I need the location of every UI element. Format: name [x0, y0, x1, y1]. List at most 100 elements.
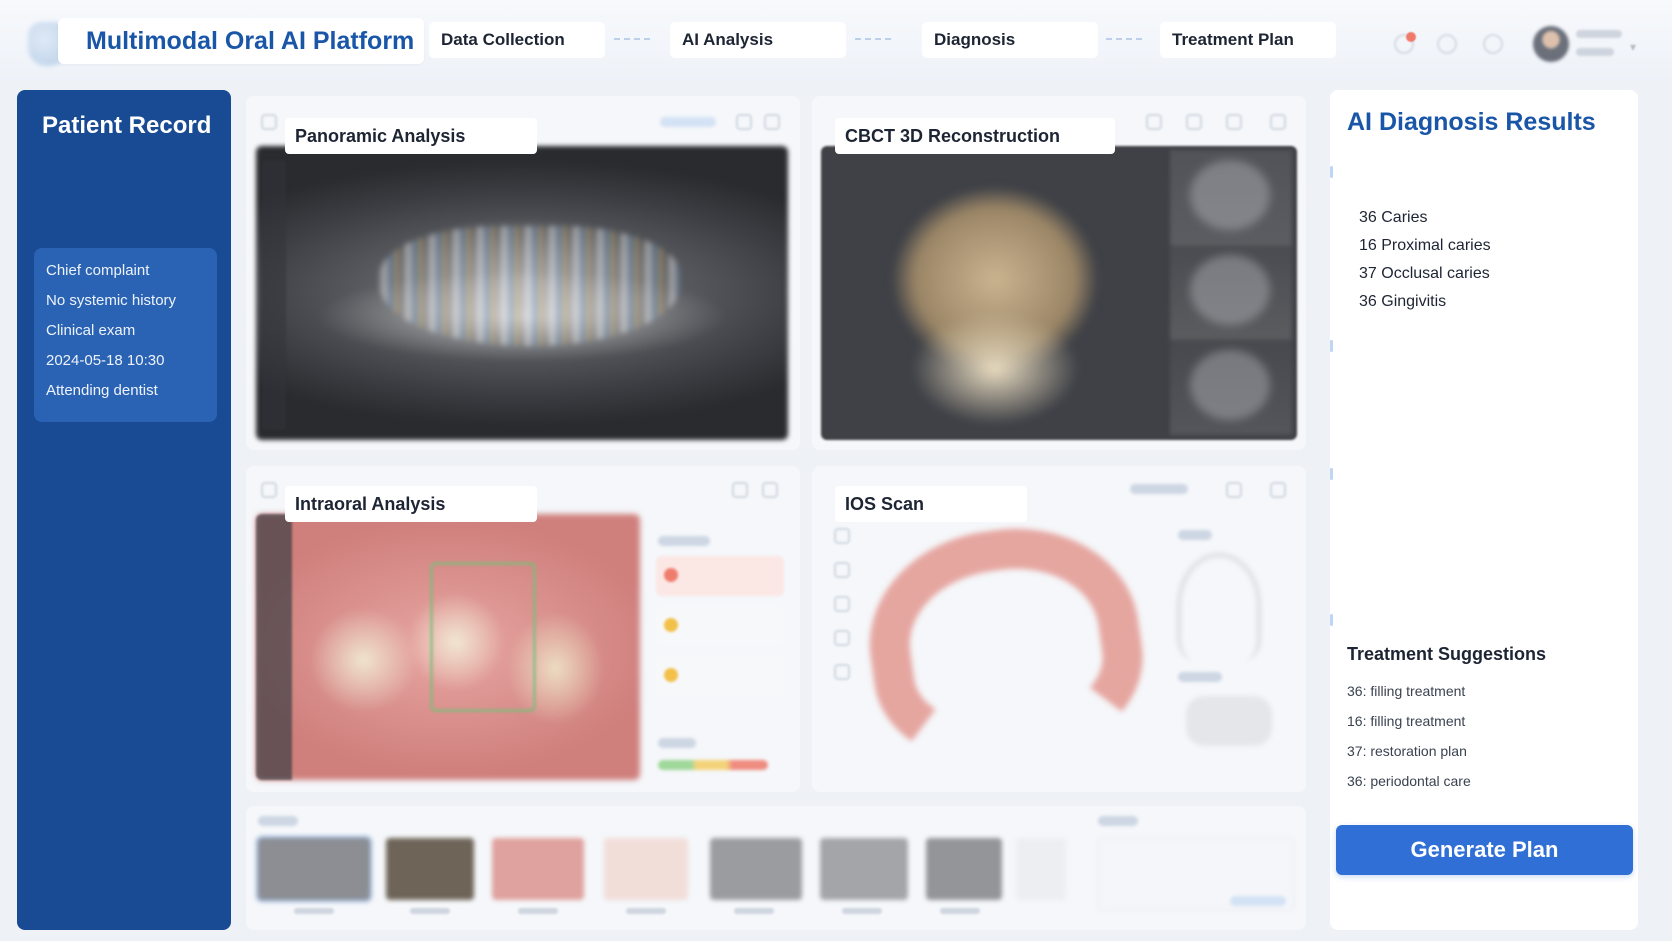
thumbnail-caption	[734, 908, 774, 914]
panel-icon	[261, 482, 277, 498]
more-icon[interactable]	[764, 114, 780, 130]
top-bar: Multimodal Oral AI Platform Data Collect…	[0, 0, 1672, 82]
add-image-button[interactable]	[1016, 838, 1066, 900]
record-item[interactable]: 2024-05-18 10:30	[46, 350, 217, 380]
panel-action-chip[interactable]	[660, 117, 716, 127]
lesion-detection-box	[430, 562, 536, 712]
cbct-3d-render	[845, 158, 1145, 428]
thumbnail-xray[interactable]	[926, 838, 1002, 900]
panel-edge-marker	[1330, 468, 1333, 480]
record-item[interactable]: Attending dentist	[46, 380, 217, 410]
diagnosis-item[interactable]: 16 Proximal caries	[1359, 236, 1491, 264]
reset-tool-icon[interactable]	[834, 664, 850, 680]
panel-action-chip[interactable]	[1130, 484, 1188, 494]
panel-icon	[261, 114, 277, 130]
select-tool-icon[interactable]	[834, 528, 850, 544]
thumbnail-intraoral[interactable]	[492, 838, 584, 900]
fullscreen-icon[interactable]	[1226, 114, 1242, 130]
diagnosis-item[interactable]: 37 Occlusal caries	[1359, 264, 1491, 292]
view-label-blurred	[1178, 672, 1222, 682]
finding-row[interactable]	[656, 656, 784, 696]
image-tool-strip[interactable]	[262, 160, 286, 430]
intraoral-title: Intraoral Analysis	[285, 486, 537, 522]
step-ai-analysis[interactable]: AI Analysis	[670, 22, 846, 58]
more-icon[interactable]	[762, 482, 778, 498]
thumbnail-caption	[294, 908, 334, 914]
thumbnail-caption	[518, 908, 558, 914]
thumbnail-xray[interactable]	[710, 838, 802, 900]
step-treatment-plan[interactable]: Treatment Plan	[1160, 22, 1336, 58]
notes-heading-blurred	[1098, 816, 1138, 826]
tooth-segmentation-overlay	[380, 226, 680, 346]
thumbnail-caption	[410, 908, 450, 914]
finding-row[interactable]	[656, 606, 784, 646]
settings-icon[interactable]	[1483, 34, 1503, 54]
panel-edge-marker	[1330, 614, 1333, 626]
cbct-slice-views[interactable]	[1170, 150, 1292, 435]
suggestion-item: 36: periodontal care	[1347, 773, 1471, 789]
app-title: Multimodal Oral AI Platform	[58, 18, 424, 64]
diagnosis-item[interactable]: 36 Caries	[1359, 208, 1491, 236]
zoom-tool-icon[interactable]	[834, 630, 850, 646]
strip-heading-blurred	[258, 816, 298, 826]
diagnosis-item[interactable]: 36 Gingivitis	[1359, 292, 1491, 320]
suggestions-title: Treatment Suggestions	[1347, 644, 1547, 664]
cbct-title: CBCT 3D Reconstruction	[835, 118, 1115, 154]
user-role-blurred	[1576, 48, 1614, 56]
thumbnail-ios[interactable]	[604, 838, 688, 900]
close-icon[interactable]	[1270, 114, 1286, 130]
panel-edge-marker	[1330, 340, 1333, 352]
user-name-blurred	[1576, 30, 1622, 38]
step-arrow	[1106, 38, 1142, 44]
finding-row[interactable]	[656, 556, 784, 596]
slice-sagittal	[1190, 350, 1270, 420]
record-item[interactable]: Clinical exam	[46, 320, 217, 350]
expand-icon[interactable]	[732, 482, 748, 498]
view-label-blurred	[1178, 530, 1212, 540]
help-icon[interactable]	[1437, 34, 1457, 54]
suggestions-list: 36: filling treatment 16: filling treatm…	[1347, 682, 1471, 802]
occlusion-preview[interactable]	[1186, 696, 1272, 746]
legend-heading-blurred	[658, 738, 696, 748]
user-avatar[interactable]	[1533, 26, 1569, 62]
notification-dot	[1406, 32, 1416, 42]
thumbnail-panoramic[interactable]	[256, 836, 372, 902]
suggestion-item: 16: filling treatment	[1347, 713, 1466, 729]
rotate-tool-icon[interactable]	[834, 596, 850, 612]
thumbnail-cbct[interactable]	[386, 838, 474, 900]
diagnosis-panel: AI Diagnosis Results 36 Caries 16 Proxim…	[1330, 90, 1638, 930]
settings-icon[interactable]	[1226, 482, 1242, 498]
record-item[interactable]: No systemic history	[46, 290, 217, 320]
findings-heading-blurred	[658, 536, 710, 546]
chevron-down-icon[interactable]: ▾	[1630, 40, 1636, 54]
layers-icon[interactable]	[1186, 114, 1202, 130]
slice-axial	[1190, 160, 1270, 230]
patient-sidebar: Patient Record Chief complaint No system…	[17, 90, 231, 930]
sidebar-title: Patient Record	[42, 112, 212, 139]
suggestion-item: 37: restoration plan	[1347, 743, 1467, 759]
diagnosis-result-list: 36 Caries 16 Proximal caries 37 Occlusal…	[1359, 208, 1491, 320]
diagnosis-title: AI Diagnosis Results	[1347, 108, 1596, 136]
patient-record-list: Chief complaint No systemic history Clin…	[34, 248, 217, 422]
save-note-button[interactable]	[1230, 896, 1286, 906]
image-tool-strip[interactable]	[256, 514, 292, 780]
panoramic-title: Panoramic Analysis	[285, 118, 537, 154]
ios-title: IOS Scan	[835, 486, 1027, 522]
generate-plan-button[interactable]: Generate Plan	[1336, 825, 1633, 875]
thumbnail-caption	[626, 908, 666, 914]
more-icon[interactable]	[1270, 482, 1286, 498]
step-diagnosis[interactable]: Diagnosis	[922, 22, 1098, 58]
rotate-icon[interactable]	[1146, 114, 1162, 130]
arch-preview[interactable]	[1176, 552, 1262, 660]
slice-coronal	[1190, 255, 1270, 325]
severity-legend	[658, 760, 768, 770]
suggestion-item: 36: filling treatment	[1347, 683, 1466, 699]
step-arrow	[855, 38, 891, 44]
measure-tool-icon[interactable]	[834, 562, 850, 578]
panel-edge-marker	[1330, 166, 1333, 178]
thumbnail-xray[interactable]	[820, 838, 908, 900]
step-data-collection[interactable]: Data Collection	[429, 22, 605, 58]
thumbnail-caption	[940, 908, 980, 914]
expand-icon[interactable]	[736, 114, 752, 130]
record-item[interactable]: Chief complaint	[46, 260, 217, 290]
